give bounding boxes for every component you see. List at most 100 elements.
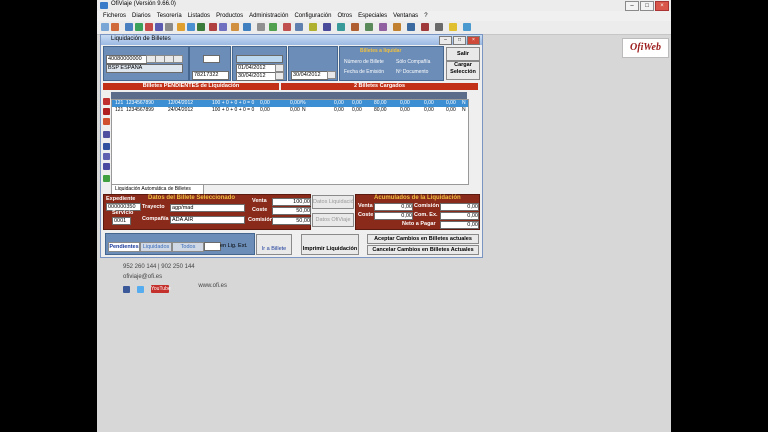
aceptar-cambios-button[interactable]: Aceptar Cambios en Billetes actuales	[367, 234, 479, 244]
delete-icon[interactable]	[103, 108, 110, 115]
cargar-seleccion-button[interactable]: Cargar Selección	[446, 61, 480, 80]
window-close-button[interactable]: ×	[467, 36, 480, 45]
filter-title: Billetes a liquidar	[360, 48, 402, 54]
menu-otros[interactable]: Otros	[337, 13, 352, 19]
acum-venta-label: Venta	[358, 203, 373, 209]
warning-icon[interactable]	[449, 23, 457, 31]
toolbar-icon-27[interactable]	[421, 23, 429, 31]
comision-field[interactable]: 50,00	[272, 217, 311, 225]
bsp-name-field: BSP ESPAÑA	[106, 64, 183, 73]
menu-tesoreria[interactable]: Tesorería	[157, 13, 182, 19]
toolbar-icon-6[interactable]	[155, 23, 163, 31]
toolbar-icon-5[interactable]	[145, 23, 153, 31]
toolbar-icon-3[interactable]	[125, 23, 133, 31]
trayecto-field[interactable]: agp/mad	[170, 204, 245, 212]
youtube-icon[interactable]: YouTube	[151, 285, 171, 293]
bsp-code-field[interactable]: 40080000000	[106, 55, 147, 64]
menu-ventanas[interactable]: Ventanas	[393, 13, 418, 19]
menu-help[interactable]: ?	[424, 13, 427, 19]
menu-listados[interactable]: Listados	[188, 13, 210, 19]
toolbar-icon-11[interactable]	[209, 23, 217, 31]
check-icon[interactable]	[103, 98, 110, 105]
menu-productos[interactable]: Productos	[216, 13, 243, 19]
toolbar-icon-21[interactable]	[337, 23, 345, 31]
edit-icon[interactable]	[103, 118, 110, 125]
menu-administracion[interactable]: Administración	[249, 13, 288, 19]
cancelar-cambios-button[interactable]: Cancelar Cambios en Billetes Actuales	[367, 245, 479, 255]
window-maximize-button[interactable]: □	[453, 36, 466, 45]
num-liquidacion-field[interactable]: 78217322	[192, 71, 229, 80]
toolbar-icon-23[interactable]	[365, 23, 373, 31]
print-icon[interactable]	[103, 131, 110, 138]
toolbar-icon-4[interactable]	[135, 23, 143, 31]
radio-num-documento[interactable]: Nº Documento	[396, 69, 428, 75]
menu-diarios[interactable]: Diarios	[132, 13, 151, 19]
refresh-icon[interactable]	[103, 175, 110, 182]
radio-numero-billete[interactable]: Número de Billete	[344, 59, 384, 65]
toolbar-icon-10[interactable]	[197, 23, 205, 31]
toolbar-icon-15[interactable]	[257, 23, 265, 31]
list-icon[interactable]	[103, 153, 110, 160]
toolbar-icon-26[interactable]	[407, 23, 415, 31]
menu-especiales[interactable]: Especiales	[358, 13, 387, 19]
date-option-field[interactable]	[236, 55, 283, 63]
lig-ext-select[interactable]	[204, 242, 221, 251]
pay-date-calendar-icon[interactable]	[327, 71, 336, 79]
maximize-button[interactable]: □	[640, 1, 654, 11]
ofiweb-logo: OfiWeb	[622, 38, 669, 58]
acum-comision-field: 0,00	[440, 203, 479, 211]
pay-date-field[interactable]: 30/04/2012	[291, 71, 328, 80]
twitter-icon[interactable]	[137, 286, 144, 293]
toolbar-icon-13[interactable]	[231, 23, 239, 31]
table-row[interactable]: 121 1234567890 12/04/2012 100 + 0 + 0 + …	[112, 100, 468, 107]
datos-ofiviaje-button[interactable]: Datos OfiViaje	[312, 213, 354, 227]
document-icon[interactable]	[103, 143, 110, 150]
window-minimize-button[interactable]: –	[439, 36, 452, 45]
servicio-field[interactable]: 0001	[112, 217, 131, 225]
bsp-info-button[interactable]	[173, 55, 183, 63]
toolbar-icon-1[interactable]	[101, 23, 109, 31]
tab-todos[interactable]: Todos	[172, 242, 204, 252]
footer-phone: 952 260 144 | 902 250 144	[123, 264, 195, 270]
date-to-calendar-icon[interactable]	[275, 72, 284, 80]
date-from-calendar-icon[interactable]	[275, 64, 284, 72]
toolbar-icon-14[interactable]	[243, 23, 251, 31]
facebook-icon[interactable]	[123, 286, 130, 293]
toolbar-icon-7[interactable]	[165, 23, 173, 31]
tab-pendientes[interactable]: Pendientes	[108, 242, 140, 252]
close-button[interactable]: ×	[655, 1, 669, 11]
toolbar-icon-19[interactable]	[309, 23, 317, 31]
tab-liquidados[interactable]: Liquidados	[140, 242, 172, 252]
salir-button[interactable]: Salir	[446, 47, 480, 61]
toolbar-icon-16[interactable]	[269, 23, 277, 31]
radio-fecha-emision[interactable]: Fecha de Emisión	[344, 69, 384, 75]
datos-liquidacion-button[interactable]: Datos Liquidación	[312, 195, 354, 209]
footer-email[interactable]: ofiviaje@ofi.es	[123, 274, 162, 280]
help-icon[interactable]	[463, 23, 471, 31]
toolbar-icon-9[interactable]	[187, 23, 195, 31]
compania-field[interactable]: ADA AIR	[170, 216, 245, 224]
menu-ficheros[interactable]: Ficheros	[103, 13, 126, 19]
liq-checkbox-field[interactable]	[203, 55, 220, 63]
minimize-button[interactable]: –	[625, 1, 639, 11]
date-to-field[interactable]: 30/04/2012	[236, 72, 277, 81]
toolbar-icon-18[interactable]	[295, 23, 303, 31]
toolbar-icon-17[interactable]	[283, 23, 291, 31]
toolbar-icon-20[interactable]	[323, 23, 331, 31]
table-row[interactable]: 121 1234567899 24/04/2012 100 + 0 + 0 + …	[112, 107, 468, 114]
transfer-icon[interactable]	[103, 163, 110, 170]
toolbar-icon-8[interactable]	[177, 23, 185, 31]
imprimir-liquidacion-button[interactable]: Imprimir Liquidación	[301, 234, 359, 255]
toolbar-icon-24[interactable]	[379, 23, 387, 31]
window-title: Liquidación de Billetes	[111, 36, 171, 42]
toolbar-icon-2[interactable]	[111, 23, 119, 31]
toolbar-icon-25[interactable]	[393, 23, 401, 31]
venta-field[interactable]: 100,00	[272, 198, 311, 206]
toolbar-icon-22[interactable]	[351, 23, 359, 31]
toolbar-icon-28[interactable]	[435, 23, 443, 31]
radio-solo-compania[interactable]: Sólo Compañía	[396, 59, 430, 65]
menu-configuracion[interactable]: Configuración	[294, 13, 331, 19]
ir-billete-button[interactable]: Ir a Billete	[256, 234, 292, 255]
coste-field[interactable]: 50,00	[272, 207, 311, 215]
toolbar-icon-12[interactable]	[219, 23, 227, 31]
